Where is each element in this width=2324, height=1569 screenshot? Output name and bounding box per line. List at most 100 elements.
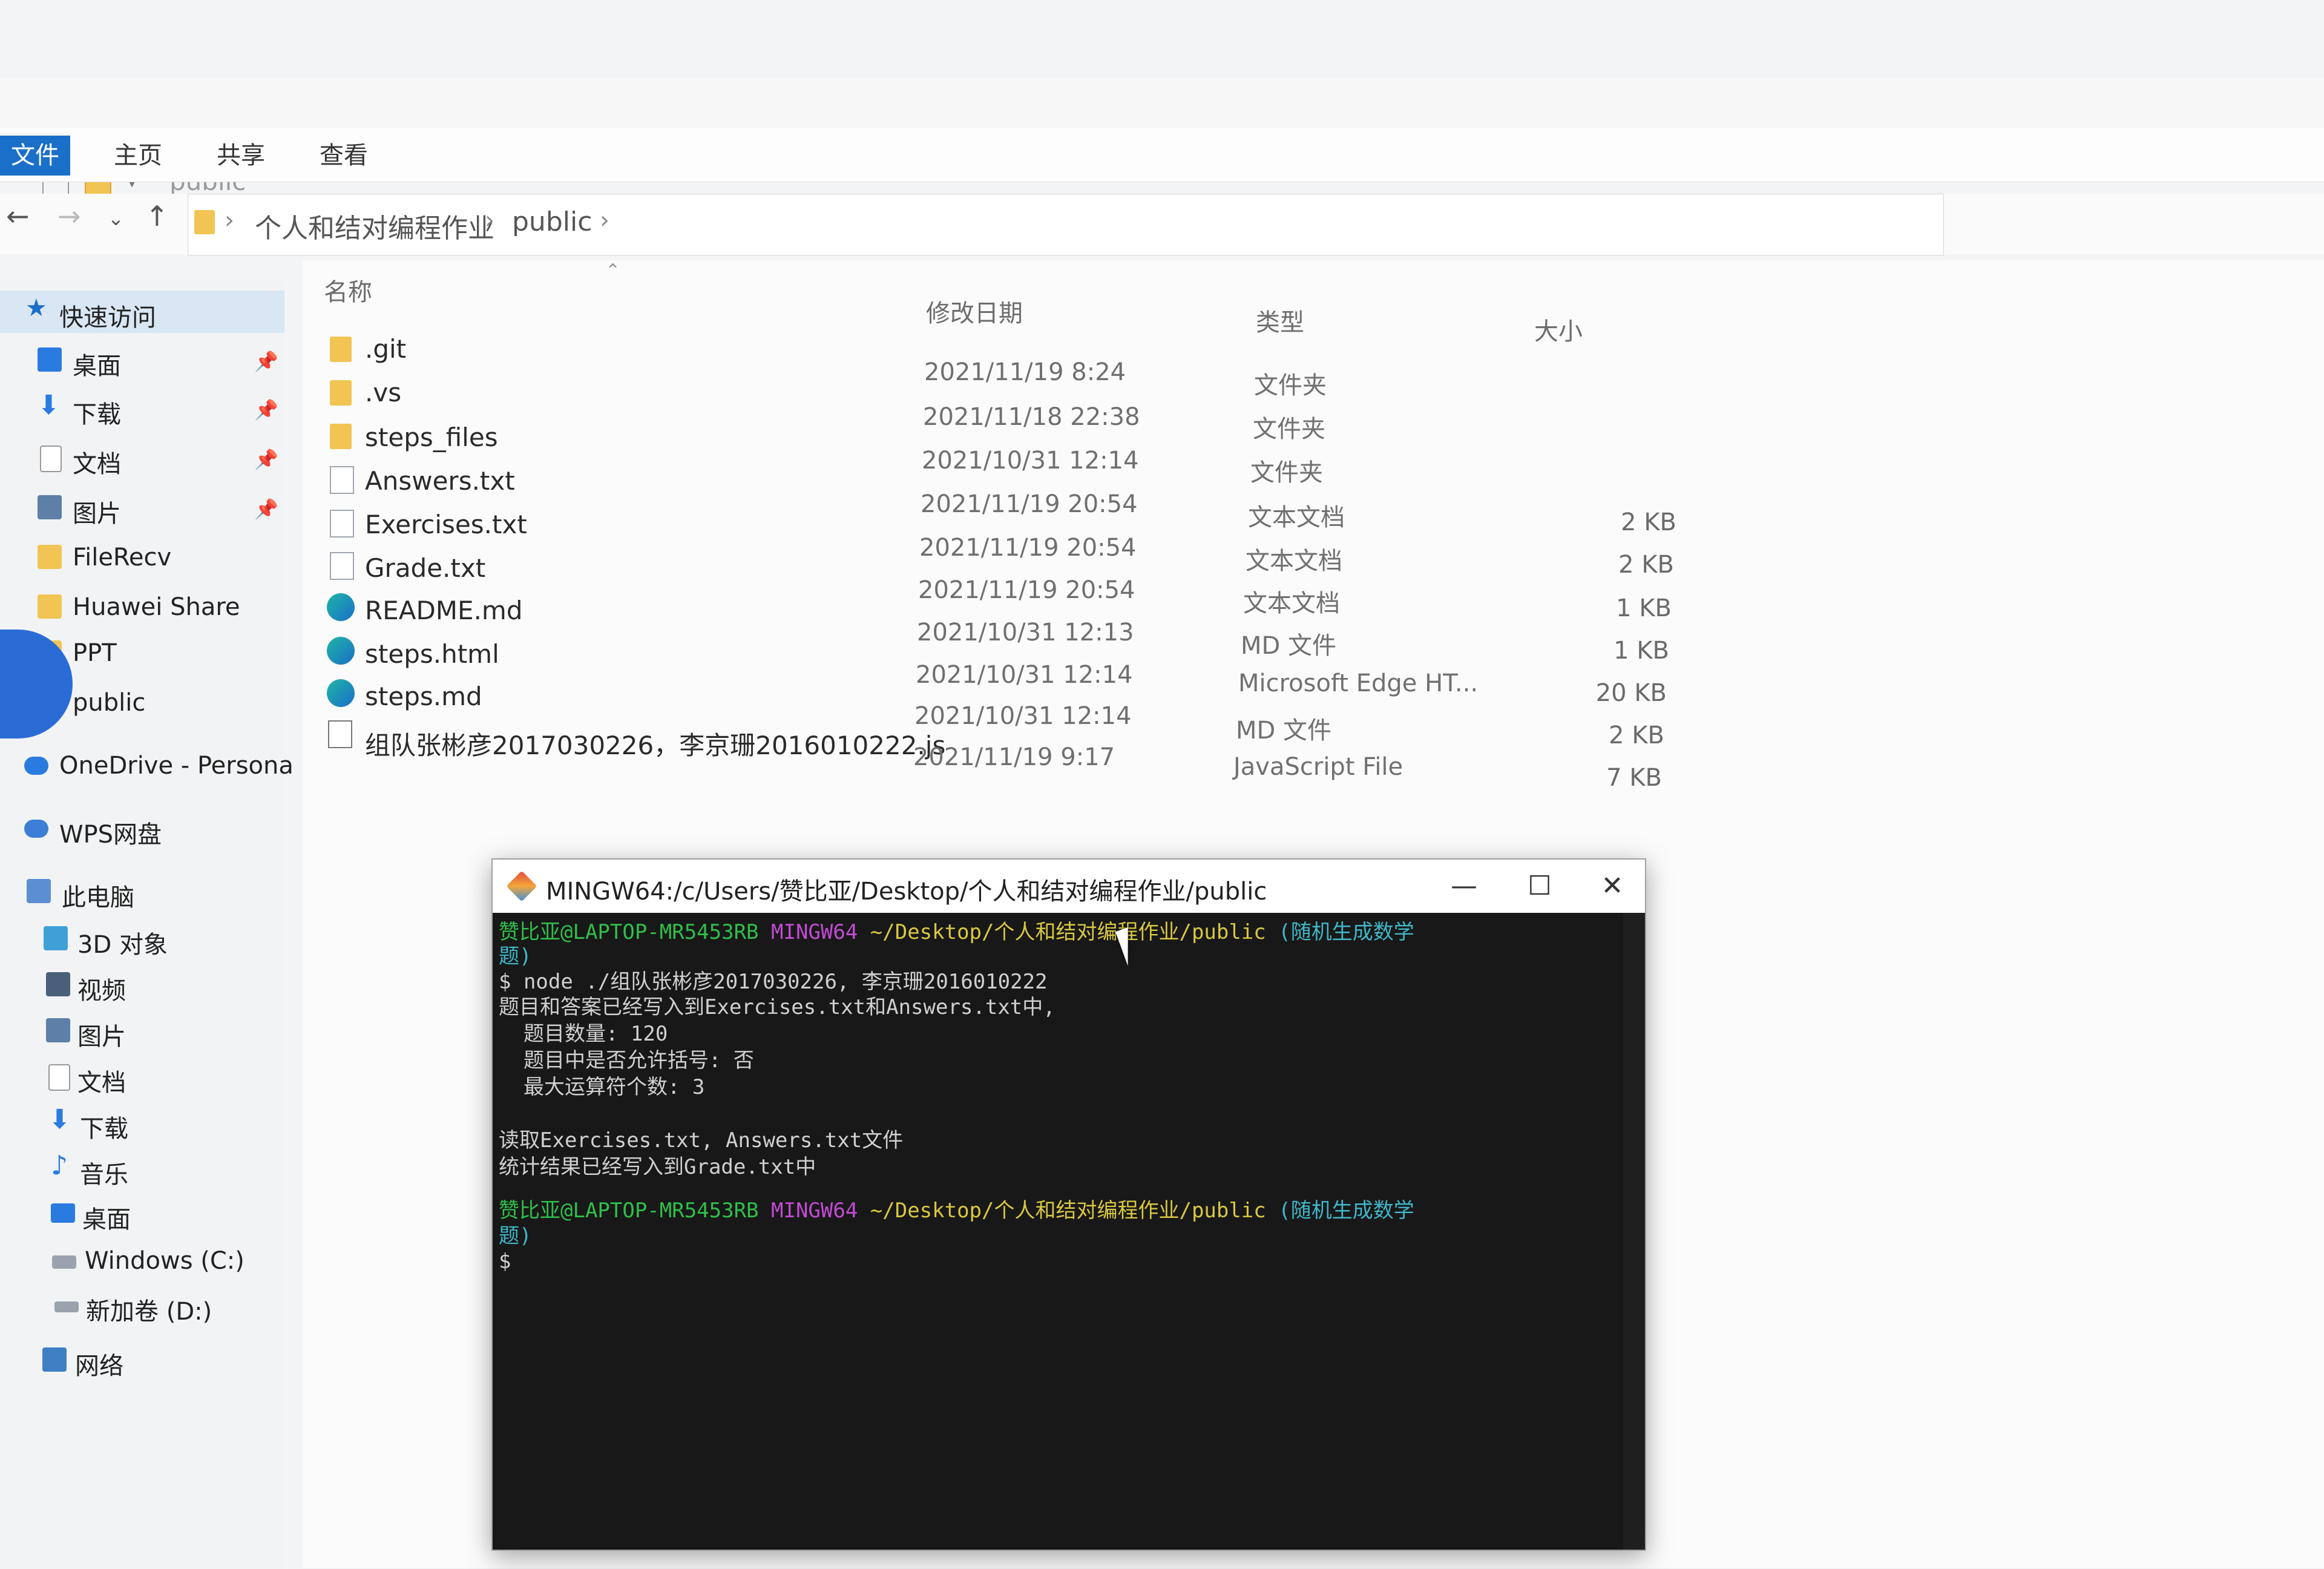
close-button[interactable]: ✕ <box>1582 868 1643 904</box>
star-icon: ★ <box>25 294 47 322</box>
edge-icon <box>327 679 355 707</box>
output-line: 题目数量: 120 <box>499 1022 668 1046</box>
javascript-file-icon <box>328 720 352 748</box>
text-file-icon <box>330 510 354 538</box>
column-header-date[interactable]: 修改日期 <box>926 294 1023 329</box>
document-icon <box>48 1064 70 1091</box>
sidebar-item-drive-d[interactable]: 新加卷 (D:) <box>0 1284 284 1327</box>
output-line: 最大运算符个数: 3 <box>499 1075 705 1099</box>
terminal-titlebar[interactable]: MINGW64:/c/Users/赞比亚/Desktop/个人和结对编程作业/p… <box>493 860 1645 913</box>
terminal-scrollbar[interactable] <box>1623 913 1645 1550</box>
column-header-size[interactable]: 大小 <box>1534 312 1583 347</box>
prompt-user: 赞比亚@LAPTOP-MR5453RB <box>499 1199 759 1223</box>
git-bash-icon <box>506 870 537 902</box>
file-size: 20 KB <box>1595 679 1667 707</box>
prompt-path: ~/Desktop/个人和结对编程作业/public <box>870 920 1266 944</box>
output-line: 读取Exercises.txt, Answers.txt文件 <box>499 1128 904 1153</box>
sidebar-item-label: 桌面 <box>73 352 121 380</box>
file-date: 2021/10/31 12:13 <box>917 619 1134 646</box>
video-icon <box>46 972 70 996</box>
up-arrow-icon[interactable]: ↑ <box>145 200 169 232</box>
file-name: steps_files <box>365 423 498 452</box>
tab-share[interactable]: 共享 <box>206 136 276 176</box>
prompt-branch-continued: 题) <box>499 1224 532 1248</box>
folder-icon <box>38 545 62 569</box>
file-size: 1 KB <box>1613 637 1669 665</box>
file-date: 2021/11/19 20:54 <box>918 576 1135 604</box>
sidebar-item-network[interactable]: 网络 <box>0 1339 284 1381</box>
sidebar-item-desktop-pc[interactable]: 桌面 <box>0 1192 284 1235</box>
sidebar-item-music[interactable]: ♪ 音乐 <box>0 1148 284 1190</box>
output-line: 统计结果已经写入到Grade.txt中 <box>499 1155 816 1179</box>
sidebar-item-this-pc[interactable]: 此电脑 <box>0 870 284 913</box>
sidebar-item-pictures[interactable]: 图片 📌 <box>0 487 284 529</box>
forward-arrow-icon[interactable]: → <box>57 200 81 232</box>
sidebar-item-huawei-share[interactable]: Huawei Share <box>0 586 284 628</box>
sidebar-item-label: 新加卷 (D:) <box>86 1298 212 1326</box>
folder-icon <box>194 210 215 234</box>
breadcrumb[interactable]: › 个人和结对编程作业 › public › <box>188 194 1944 255</box>
sidebar-item-onedrive[interactable]: OneDrive - Persona <box>0 745 294 787</box>
sidebar-item-label: 音乐 <box>80 1161 128 1189</box>
terminal-window[interactable]: MINGW64:/c/Users/赞比亚/Desktop/个人和结对编程作业/p… <box>491 858 1646 1551</box>
sidebar-item-downloads[interactable]: ⬇ 下载 📌 <box>0 387 284 430</box>
cloud-icon <box>24 757 48 775</box>
file-size: 2 KB <box>1609 722 1664 749</box>
sidebar-item-pictures-pc[interactable]: 图片 <box>0 1010 284 1052</box>
sidebar-item-wps-drive[interactable]: WPS网盘 <box>0 808 284 850</box>
output-line: 题目和答案已经写入到Exercises.txt和Answers.txt中, <box>499 995 1055 1019</box>
terminal-output[interactable]: 赞比亚@LAPTOP-MR5453RB MINGW64 ~/Desktop/个人… <box>493 913 1623 1550</box>
sidebar-item-label: 文档 <box>77 1069 126 1097</box>
prompt-line: 赞比亚@LAPTOP-MR5453RB MINGW64 ~/Desktop/个人… <box>499 1197 1414 1224</box>
column-header-type[interactable]: 类型 <box>1256 303 1304 338</box>
file-date: 2021/10/31 12:14 <box>916 661 1133 689</box>
pin-icon[interactable]: 📌 <box>254 398 278 421</box>
prompt-branch: (随机生成数学 <box>1278 1199 1414 1223</box>
file-date: 2021/10/31 12:14 <box>922 447 1139 475</box>
pin-icon[interactable]: 📌 <box>254 448 278 471</box>
file-date: 2021/11/19 9:17 <box>913 743 1115 771</box>
file-date: 2021/11/19 8:24 <box>924 358 1126 386</box>
sort-ascending-icon: ⌃ <box>605 260 621 281</box>
folder-icon <box>330 380 352 406</box>
breadcrumb-item[interactable]: public <box>512 206 592 237</box>
file-name: steps.html <box>365 639 499 669</box>
file-date: 2021/10/31 12:14 <box>914 702 1132 730</box>
final-prompt[interactable]: $ <box>499 1248 511 1275</box>
column-header-name[interactable]: 名称 <box>324 272 372 308</box>
sidebar-item-quick-access[interactable]: ★ 快速访问 <box>0 291 284 333</box>
file-date: 2021/11/19 20:54 <box>921 490 1138 518</box>
music-icon: ♪ <box>51 1150 68 1181</box>
back-arrow-icon[interactable]: ← <box>6 200 30 232</box>
sidebar-item-desktop[interactable]: 桌面 📌 <box>0 339 284 381</box>
sidebar-item-drive-c[interactable]: Windows (C:) <box>0 1240 284 1282</box>
prompt-branch-continued: 题) <box>499 944 532 969</box>
pin-icon[interactable]: 📌 <box>254 498 278 521</box>
pin-icon[interactable]: 📌 <box>254 350 278 373</box>
file-name: Grade.txt <box>365 553 486 583</box>
sidebar-item-documents[interactable]: 文档 📌 <box>0 437 284 479</box>
ribbon: 文件 主页 共享 查看 <box>0 128 2324 182</box>
sidebar-item-label: 快速访问 <box>59 304 156 332</box>
maximize-button[interactable]: ☐ <box>1509 868 1570 904</box>
sidebar-item-filerecv[interactable]: FileRecv <box>0 536 284 579</box>
sidebar-item-documents-pc[interactable]: 文档 <box>0 1056 284 1098</box>
folder-icon <box>330 337 352 362</box>
sidebar-item-label: WPS网盘 <box>59 821 162 849</box>
terminal-title: MINGW64:/c/Users/赞比亚/Desktop/个人和结对编程作业/p… <box>546 878 1267 906</box>
breadcrumb-separator-icon: › <box>485 206 494 234</box>
sidebar-item-videos[interactable]: 视频 <box>0 964 284 1006</box>
file-name: Answers.txt <box>365 466 515 496</box>
file-type: Microsoft Edge HT... <box>1238 669 1479 697</box>
minimize-button[interactable]: — <box>1434 868 1494 904</box>
sidebar-item-3d-objects[interactable]: 3D 对象 <box>0 918 284 960</box>
breadcrumb-item[interactable]: 个人和结对编程作业 <box>255 206 494 245</box>
tab-view[interactable]: 查看 <box>309 136 379 176</box>
tab-home[interactable]: 主页 <box>103 136 173 176</box>
file-type: 文本文档 <box>1246 547 1342 575</box>
sidebar-item-downloads-pc[interactable]: ⬇ 下载 <box>0 1102 284 1144</box>
desktop-icon <box>38 347 62 372</box>
sidebar-item-label: 网络 <box>75 1352 123 1380</box>
recent-locations-chevron-icon[interactable]: ⌄ <box>108 207 124 230</box>
tab-file[interactable]: 文件 <box>0 136 70 176</box>
